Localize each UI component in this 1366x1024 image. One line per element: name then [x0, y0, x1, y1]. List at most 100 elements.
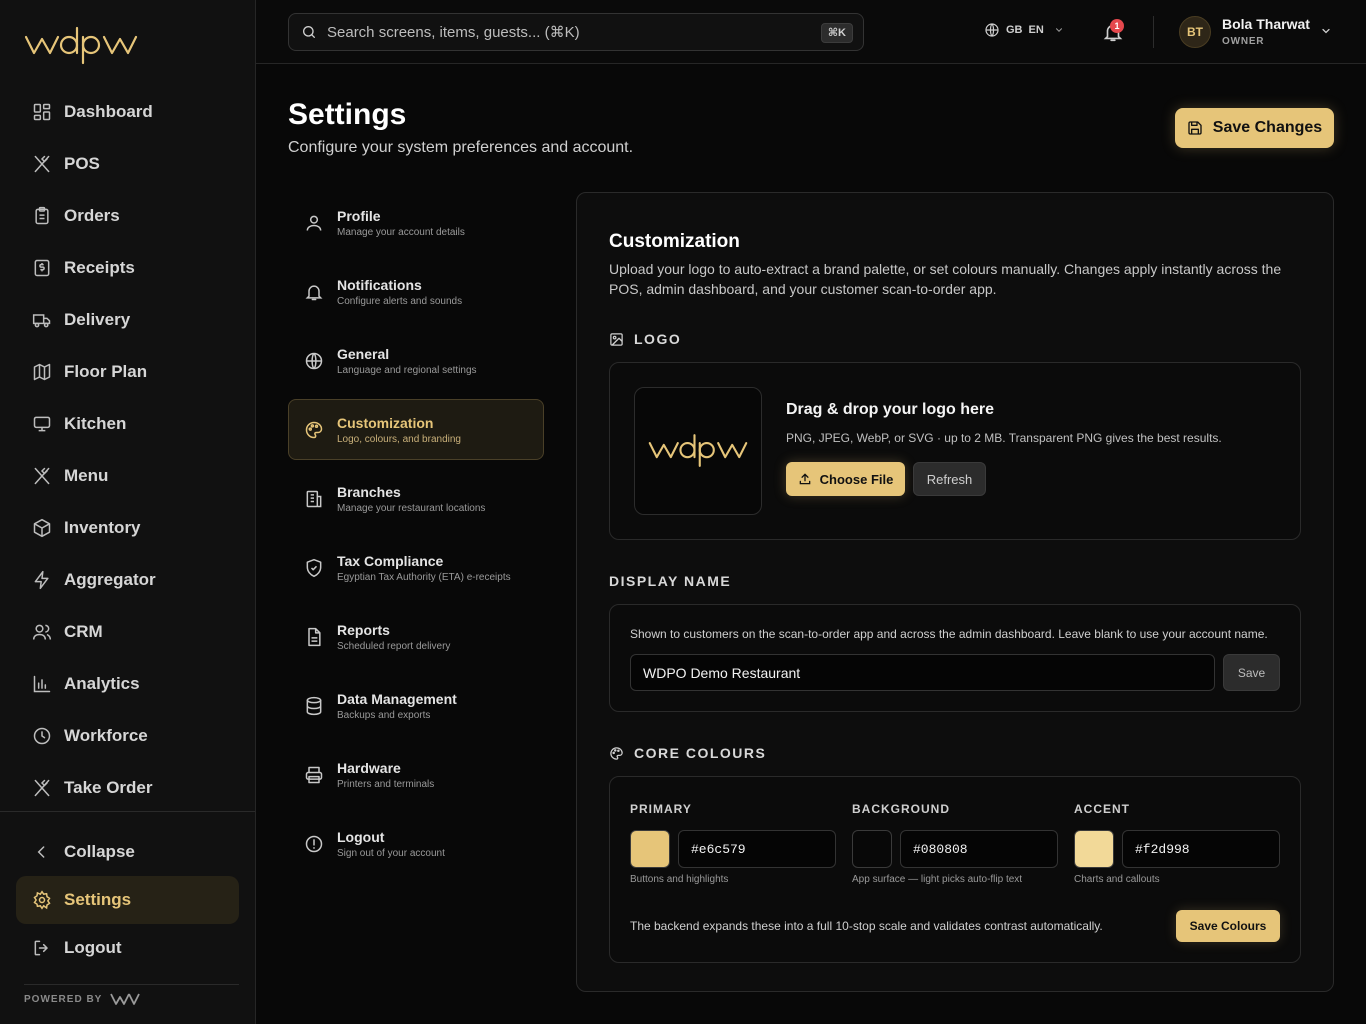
- search-icon: [303, 26, 315, 38]
- save-colours-button[interactable]: Save Colours: [1176, 910, 1280, 942]
- language-selector[interactable]: GB EN: [984, 22, 1064, 38]
- sidebar-item-inventory[interactable]: Inventory: [16, 502, 239, 554]
- file-text-icon: [308, 627, 321, 647]
- user-icon: [306, 215, 322, 231]
- background-colour-field: BACKGROUND App surface — light picks aut…: [852, 802, 1058, 885]
- truck-icon: [32, 314, 51, 328]
- background-colour-swatch[interactable]: [852, 830, 892, 868]
- settings-tab-desc: Printers and terminals: [337, 779, 435, 790]
- settings-label: Settings: [64, 890, 132, 909]
- chevron-down-icon: [1055, 28, 1062, 32]
- sidebar-item-menu[interactable]: Menu: [16, 450, 239, 502]
- upload-icon: [799, 473, 810, 485]
- settings-tab-title: Tax Compliance: [337, 553, 444, 569]
- sidebar-item-label: Workforce: [64, 726, 148, 745]
- logo-section-label: LOGO: [609, 331, 681, 347]
- settings-tab-title: Notifications: [337, 277, 422, 293]
- powered-by-label: POWERED BY: [24, 993, 103, 1005]
- settings-tab-logout[interactable]: Logout Sign out of your account: [288, 813, 544, 874]
- sidebar-divider: [0, 811, 255, 812]
- settings-tab-desc: Manage your account details: [337, 227, 465, 238]
- display-name-save-button[interactable]: Save: [1223, 654, 1280, 691]
- sidebar-item-label: Inventory: [64, 518, 141, 537]
- sidebar-item-aggregator[interactable]: Aggregator: [16, 554, 239, 606]
- sidebar-item-label: Analytics: [64, 674, 140, 693]
- sidebar-item-floor-plan[interactable]: Floor Plan: [16, 346, 239, 398]
- globe-icon: [985, 23, 999, 37]
- customization-panel: Customization Upload your logo to auto-e…: [576, 192, 1334, 992]
- accent-colour-input[interactable]: [1122, 830, 1280, 868]
- settings-tab-desc: Manage your restaurant locations: [337, 503, 486, 514]
- sidebar-item-dashboard[interactable]: Dashboard: [16, 86, 239, 138]
- settings-tab-notifications[interactable]: Notifications Configure alerts and sound…: [288, 261, 544, 322]
- sidebar-nav: Dashboard POS Orders Receipts Delivery F…: [16, 86, 239, 814]
- sidebar-item-analytics[interactable]: Analytics: [16, 658, 239, 710]
- settings-tab-profile[interactable]: Profile Manage your account details: [288, 192, 544, 253]
- logout-label: Logout: [64, 938, 122, 957]
- sidebar-item-pos[interactable]: POS: [16, 138, 239, 190]
- utensils-icon: [34, 155, 50, 173]
- bolt-icon: [34, 570, 49, 590]
- avatar[interactable]: BT: [1179, 16, 1211, 48]
- sidebar-item-take-order[interactable]: Take Order: [16, 762, 239, 814]
- logout-icon: [34, 940, 49, 956]
- sidebar: Dashboard POS Orders Receipts Delivery F…: [0, 0, 256, 1024]
- settings-tab-hardware[interactable]: Hardware Printers and terminals: [288, 744, 544, 805]
- settings-tab-desc: Language and regional settings: [337, 365, 477, 376]
- shortcut-badge: ⌘K: [820, 23, 853, 43]
- settings-tab-desc: Backups and exports: [337, 710, 431, 721]
- printer-icon: [305, 766, 323, 784]
- clock-icon: [33, 727, 51, 745]
- sidebar-item-delivery[interactable]: Delivery: [16, 294, 239, 346]
- search-box[interactable]: ⌘K: [288, 13, 864, 51]
- topbar: ⌘K GB EN 1 BT Bola Tharwat OWNER: [256, 0, 1366, 64]
- primary-colour-swatch[interactable]: [630, 830, 670, 868]
- settings-tab-desc: Scheduled report delivery: [337, 641, 451, 652]
- page-subtitle: Configure your system preferences and ac…: [288, 139, 634, 156]
- settings-tab-tax-compliance[interactable]: Tax Compliance Egyptian Tax Authority (E…: [288, 537, 544, 598]
- settings-tab-reports[interactable]: Reports Scheduled report delivery: [288, 606, 544, 667]
- collapse-button[interactable]: Collapse: [16, 828, 239, 876]
- accent-colour-swatch[interactable]: [1074, 830, 1114, 868]
- background-colour-input[interactable]: [900, 830, 1058, 868]
- sidebar-item-label: Aggregator: [64, 570, 156, 589]
- primary-colour-input[interactable]: [678, 830, 836, 868]
- user-name: Bola Tharwat: [1222, 16, 1310, 32]
- save-changes-button[interactable]: Save Changes: [1175, 108, 1334, 148]
- sidebar-logout-button[interactable]: Logout: [16, 924, 239, 972]
- page-title: Settings: [288, 98, 407, 131]
- settings-tab-data-management[interactable]: Data Management Backups and exports: [288, 675, 544, 736]
- display-name-input[interactable]: [630, 654, 1215, 691]
- refresh-button[interactable]: Refresh: [913, 462, 986, 496]
- chevron-down-icon[interactable]: [1320, 25, 1332, 37]
- sidebar-item-settings[interactable]: Settings: [16, 876, 239, 924]
- brand-logo[interactable]: [24, 26, 138, 66]
- sidebar-item-label: Dashboard: [64, 102, 153, 121]
- building-icon: [306, 490, 322, 508]
- choose-file-button[interactable]: Choose File: [786, 462, 905, 496]
- settings-tab-general[interactable]: General Language and regional settings: [288, 330, 544, 391]
- settings-tab-customization[interactable]: Customization Logo, colours, and brandin…: [288, 399, 544, 460]
- sidebar-item-orders[interactable]: Orders: [16, 190, 239, 242]
- sidebar-item-label: POS: [64, 154, 100, 173]
- choose-file-label: Choose File: [819, 471, 894, 487]
- logo-dropzone[interactable]: Drag & drop your logo here PNG, JPEG, We…: [609, 362, 1301, 540]
- sidebar-item-receipts[interactable]: Receipts: [16, 242, 239, 294]
- save-changes-label: Save Changes: [1212, 119, 1323, 136]
- settings-tab-title: Customization: [337, 415, 434, 431]
- settings-tab-branches[interactable]: Branches Manage your restaurant location…: [288, 468, 544, 529]
- search-input[interactable]: [327, 23, 797, 41]
- chevron-left-icon: [37, 846, 45, 858]
- users-icon: [32, 624, 52, 640]
- palette-icon: [305, 421, 323, 439]
- primary-colour-help: Buttons and highlights: [630, 874, 729, 885]
- logo-preview: [634, 387, 762, 515]
- sidebar-item-label: Delivery: [64, 310, 131, 329]
- settings-tab-desc: Sign out of your account: [337, 848, 445, 859]
- sidebar-item-workforce[interactable]: Workforce: [16, 710, 239, 762]
- sidebar-item-kitchen[interactable]: Kitchen: [16, 398, 239, 450]
- utensils-icon: [34, 779, 50, 797]
- primary-colour-label: PRIMARY: [630, 802, 692, 816]
- sidebar-item-crm[interactable]: CRM: [16, 606, 239, 658]
- sidebar-item-label: Menu: [64, 466, 109, 485]
